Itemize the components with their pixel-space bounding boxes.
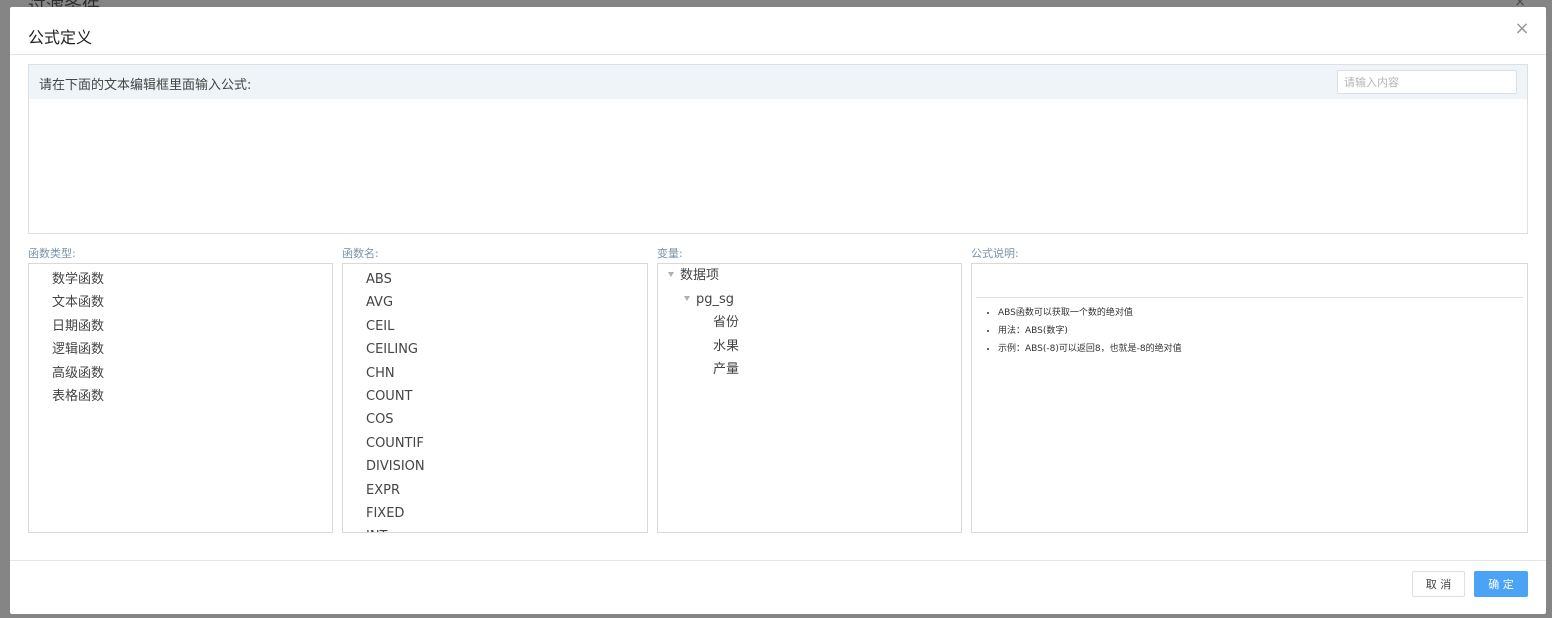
tree-node-field[interactable]: 水果 [658,335,961,359]
tree-node-field[interactable]: 省份 [658,311,961,335]
tree-node-root[interactable]: 数据项 [658,264,961,288]
editor-toolbar: 请在下面的文本编辑框里面输入公式: [29,65,1527,99]
function-name-item[interactable]: CEILING [343,338,647,361]
description-label: 公式说明: [971,247,1019,260]
function-name-item[interactable]: AVG [343,291,647,314]
function-name-item[interactable]: FIXED [343,502,647,525]
cancel-button[interactable]: 取 消 [1412,571,1465,597]
function-type-item[interactable]: 逻辑函数 [29,338,332,361]
function-type-label: 函数类型: [28,247,76,260]
variables-label: 变量: [657,247,683,260]
function-name-label: 函数名: [342,247,379,260]
formula-editor: 请在下面的文本编辑框里面输入公式: [28,64,1528,234]
tree-node-label: 数据项 [680,268,720,283]
function-name-item[interactable]: COUNTIF [343,432,647,455]
editor-hint: 请在下面的文本编辑框里面输入公式: [39,78,252,93]
tree-node-field[interactable]: 产量 [658,358,961,382]
description-header [976,264,1523,298]
close-icon[interactable]: × [1514,20,1530,38]
confirm-button[interactable]: 确 定 [1474,571,1528,597]
formula-definition-dialog: 公式定义 × 请在下面的文本编辑框里面输入公式: 函数类型: 数学函数文本函数日… [10,7,1546,614]
description-line: ABS函数可以获取一个数的绝对值 [998,304,1527,322]
function-name-item[interactable]: DIVISION [343,455,647,478]
function-name-item[interactable]: ABS [343,268,647,291]
variables-panel: 数据项 pg_sg 省份 水果 产量 [657,263,962,533]
function-name-panel: ABS AVG CEIL CEILING CHN COUNT COS COUNTIF DIVIS… [342,263,648,533]
description-line: 用法：ABS(数字) [998,322,1527,340]
dialog-title: 公式定义 [28,28,93,47]
function-type-item[interactable]: 日期函数 [29,315,332,338]
function-type-item[interactable]: 文本函数 [29,291,332,314]
dialog-header: 公式定义 × [10,7,1546,55]
function-name-item[interactable]: INT [343,525,647,532]
function-name-item[interactable]: CHN [343,362,647,385]
function-name-item[interactable]: COS [343,408,647,431]
function-name-item[interactable]: COUNT [343,385,647,408]
chevron-down-icon[interactable] [668,272,674,277]
search-input[interactable] [1337,70,1517,94]
tree-node-label: pg_sg [696,291,735,307]
function-type-panel: 数学函数 文本函数 日期函数 逻辑函数 高级函数 表格函数 [28,263,333,533]
function-type-item[interactable]: 高级函数 [29,362,332,385]
function-type-item[interactable]: 数学函数 [29,268,332,291]
function-type-item[interactable]: 表格函数 [29,385,332,408]
tree-node-table[interactable]: pg_sg [658,288,961,312]
function-name-item[interactable]: CEIL [343,315,647,338]
formula-textarea[interactable] [29,99,1527,233]
dialog-footer: 取 消 确 定 [10,560,1546,614]
description-line: 示例：ABS(-8)可以返回8，也就是-8的绝对值 [998,340,1527,358]
description-panel: ABS函数可以获取一个数的绝对值用法：ABS(数字)示例：ABS(-8)可以返回… [971,263,1528,533]
chevron-down-icon[interactable] [684,295,690,301]
function-name-item[interactable]: EXPR [343,479,647,502]
